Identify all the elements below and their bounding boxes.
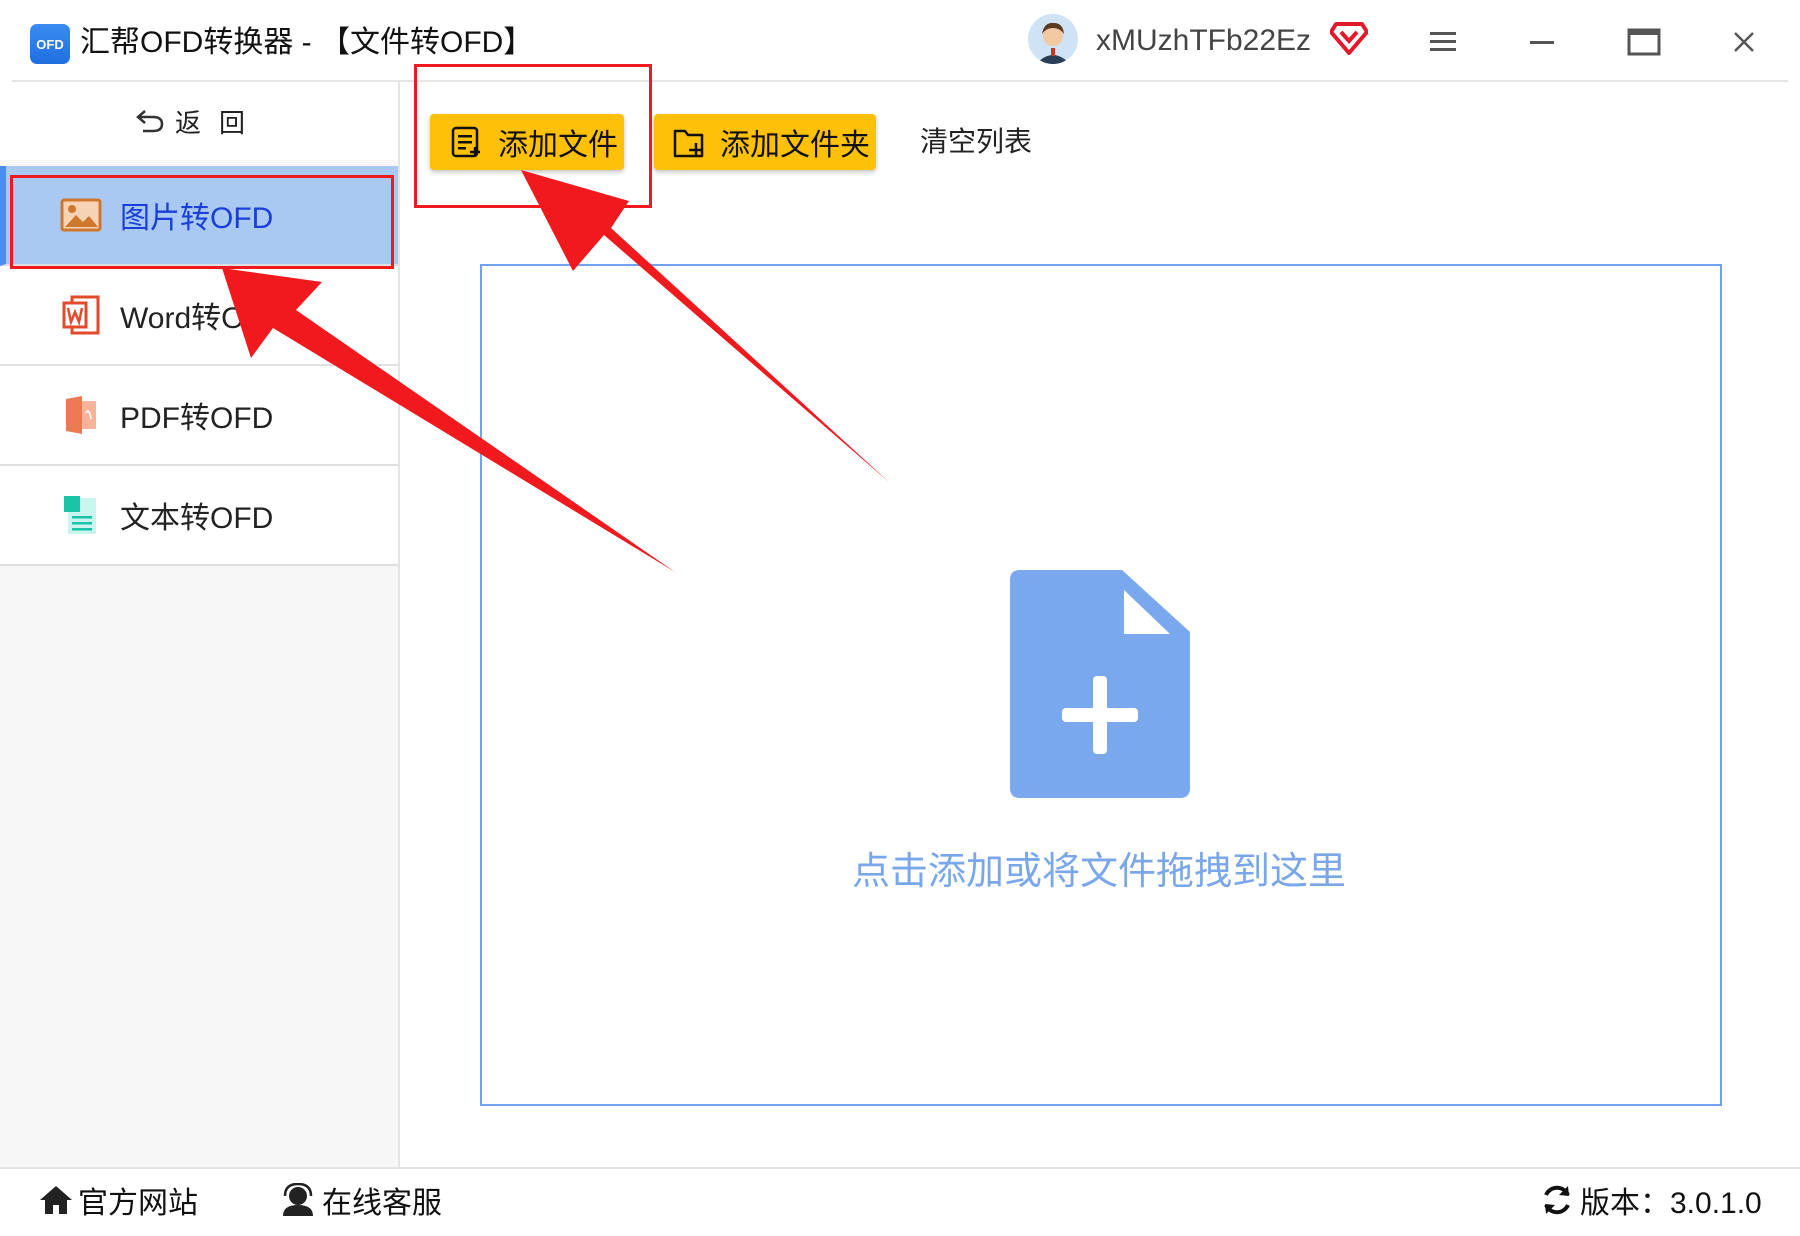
official-website-link[interactable]: 官方网站 <box>38 1177 198 1223</box>
back-button[interactable]: 返回 <box>0 82 398 160</box>
back-label: 返回 <box>174 107 263 138</box>
maximize-icon[interactable] <box>1620 18 1668 66</box>
online-support-label: 在线客服 <box>322 1187 442 1220</box>
sidebar-item-label: 文本转OFD <box>120 502 274 535</box>
version-label: 版本：3.0.1.0 <box>1580 1187 1762 1220</box>
official-website-label: 官方网站 <box>78 1187 198 1220</box>
sidebar-item-pdf-to-ofd[interactable]: PDF转OFD <box>0 366 398 466</box>
vip-badge-icon[interactable] <box>1329 20 1369 56</box>
annotation-highlight-image-to-ofd <box>10 175 394 269</box>
headset-icon <box>280 1183 316 1217</box>
app-logo: OFD <box>30 24 70 64</box>
close-icon[interactable] <box>1720 18 1768 66</box>
add-folder-label: 添加文件夹 <box>720 129 870 162</box>
menu-icon[interactable] <box>1420 18 1468 66</box>
drop-zone-hint: 点击添加或将文件拖拽到这里 <box>851 851 1346 893</box>
home-icon <box>38 1184 74 1216</box>
text-file-icon <box>60 495 102 535</box>
file-add-icon[interactable] <box>1010 570 1190 798</box>
minimize-icon[interactable] <box>1520 18 1568 66</box>
sidebar-item-text-to-ofd[interactable]: 文本转OFD <box>0 466 398 566</box>
sidebar-item-word-to-ofd[interactable]: Word转OFD <box>0 266 398 366</box>
user-avatar[interactable] <box>1028 14 1078 64</box>
clear-list-button[interactable]: 清空列表 <box>920 120 1032 160</box>
add-folder-button[interactable]: 添加文件夹 <box>654 114 876 170</box>
username[interactable]: xMUzhTFb22Ez <box>1096 18 1311 64</box>
word-icon <box>60 295 102 335</box>
avatar-icon <box>1028 14 1078 64</box>
status-bar <box>0 1167 1800 1236</box>
refresh-icon <box>1540 1183 1574 1217</box>
online-support-link[interactable]: 在线客服 <box>280 1177 442 1223</box>
pdf-icon <box>60 395 102 435</box>
window-title: 汇帮OFD转换器 - 【文件转OFD】 <box>80 26 534 59</box>
sidebar-item-label: PDF转OFD <box>120 402 274 435</box>
version-info[interactable]: 版本：3.0.1.0 <box>1540 1177 1762 1223</box>
sidebar-item-label: Word转OFD <box>120 302 285 335</box>
annotation-highlight-add-file <box>414 64 652 208</box>
add-folder-icon <box>672 125 708 159</box>
back-arrow-icon <box>136 110 164 133</box>
